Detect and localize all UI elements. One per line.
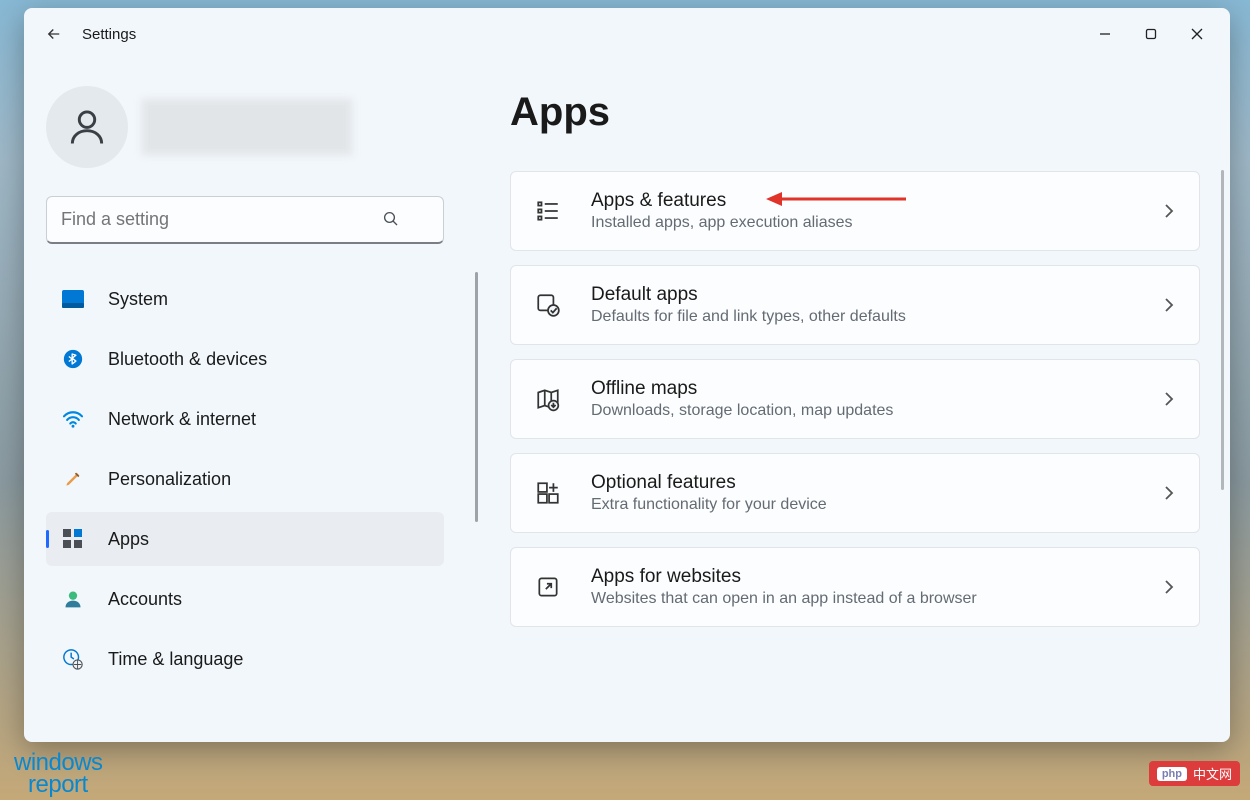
map-icon — [533, 384, 563, 414]
sidebar-item-time-language[interactable]: Time & language — [46, 632, 444, 686]
sidebar-item-personalization[interactable]: Personalization — [46, 452, 444, 506]
card-description: Extra functionality for your device — [591, 496, 1133, 514]
chevron-right-icon — [1161, 203, 1177, 219]
search-container — [46, 196, 462, 244]
close-button[interactable] — [1174, 12, 1220, 56]
account-name-redacted — [142, 99, 352, 155]
sidebar-item-label: System — [108, 289, 168, 310]
main-scrollbar[interactable] — [1221, 170, 1224, 490]
chevron-right-icon — [1161, 391, 1177, 407]
card-text: Apps for websites Websites that can open… — [591, 566, 1133, 608]
close-icon — [1191, 28, 1203, 40]
chevron-right-icon — [1161, 579, 1177, 595]
bluetooth-icon — [62, 348, 84, 370]
page-title: Apps — [510, 90, 1200, 135]
card-description: Installed apps, app execution aliases — [591, 214, 1133, 232]
card-apps-websites[interactable]: Apps for websites Websites that can open… — [510, 547, 1200, 627]
sidebar-item-apps[interactable]: Apps — [46, 512, 444, 566]
watermark-left: windows report — [14, 752, 103, 796]
apps-icon — [62, 528, 84, 550]
card-description: Downloads, storage location, map updates — [591, 402, 1133, 420]
main-panel: Apps Apps & features Installed apps, app… — [484, 60, 1230, 742]
card-optional-features[interactable]: Optional features Extra functionality fo… — [510, 453, 1200, 533]
account-profile[interactable] — [46, 86, 462, 168]
sidebar-item-system[interactable]: System — [46, 272, 444, 326]
optional-features-icon — [533, 478, 563, 508]
settings-window: Settings — [24, 8, 1230, 742]
card-text: Apps & features Installed apps, app exec… — [591, 190, 1133, 232]
content-area: System Bluetooth & devices Network & int… — [24, 60, 1230, 742]
sidebar-item-accounts[interactable]: Accounts — [46, 572, 444, 626]
back-button[interactable] — [34, 14, 74, 54]
sidebar-nav: System Bluetooth & devices Network & int… — [46, 272, 462, 692]
card-offline-maps[interactable]: Offline maps Downloads, storage location… — [510, 359, 1200, 439]
card-text: Default apps Defaults for file and link … — [591, 284, 1133, 326]
card-title: Default apps — [591, 284, 1133, 306]
external-link-icon — [533, 572, 563, 602]
minimize-button[interactable] — [1082, 12, 1128, 56]
arrow-left-icon — [45, 25, 63, 43]
minimize-icon — [1099, 28, 1111, 40]
card-text: Offline maps Downloads, storage location… — [591, 378, 1133, 420]
card-description: Defaults for file and link types, other … — [591, 308, 1133, 326]
php-tag: php — [1157, 767, 1187, 781]
card-description: Websites that can open in an app instead… — [591, 590, 1133, 608]
system-icon — [62, 288, 84, 310]
maximize-icon — [1145, 28, 1157, 40]
sidebar-item-label: Network & internet — [108, 409, 256, 430]
sidebar-item-network[interactable]: Network & internet — [46, 392, 444, 446]
sidebar: System Bluetooth & devices Network & int… — [24, 60, 484, 742]
maximize-button[interactable] — [1128, 12, 1174, 56]
window-title: Settings — [82, 26, 136, 43]
person-icon — [65, 105, 109, 149]
chevron-right-icon — [1161, 485, 1177, 501]
clock-globe-icon — [62, 648, 84, 670]
sidebar-item-label: Time & language — [108, 649, 243, 670]
window-controls — [1082, 12, 1220, 56]
chevron-right-icon — [1161, 297, 1177, 313]
paintbrush-icon — [62, 468, 84, 490]
list-icon — [533, 196, 563, 226]
titlebar: Settings — [24, 8, 1230, 60]
avatar — [46, 86, 128, 168]
card-title: Apps for websites — [591, 566, 1133, 588]
accounts-icon — [62, 588, 84, 610]
sidebar-item-label: Personalization — [108, 469, 231, 490]
watermark-right: php 中文网 — [1149, 761, 1240, 786]
sidebar-item-bluetooth[interactable]: Bluetooth & devices — [46, 332, 444, 386]
card-title: Offline maps — [591, 378, 1133, 400]
sidebar-item-label: Accounts — [108, 589, 182, 610]
default-apps-icon — [533, 290, 563, 320]
card-title: Optional features — [591, 472, 1133, 494]
search-icon — [382, 210, 402, 230]
wifi-icon — [62, 408, 84, 430]
settings-cards: Apps & features Installed apps, app exec… — [510, 171, 1200, 627]
sidebar-item-label: Bluetooth & devices — [108, 349, 267, 370]
card-apps-features[interactable]: Apps & features Installed apps, app exec… — [510, 171, 1200, 251]
card-default-apps[interactable]: Default apps Defaults for file and link … — [510, 265, 1200, 345]
card-text: Optional features Extra functionality fo… — [591, 472, 1133, 514]
card-title: Apps & features — [591, 190, 1133, 212]
sidebar-item-label: Apps — [108, 529, 149, 550]
sidebar-scrollbar[interactable] — [475, 272, 478, 522]
